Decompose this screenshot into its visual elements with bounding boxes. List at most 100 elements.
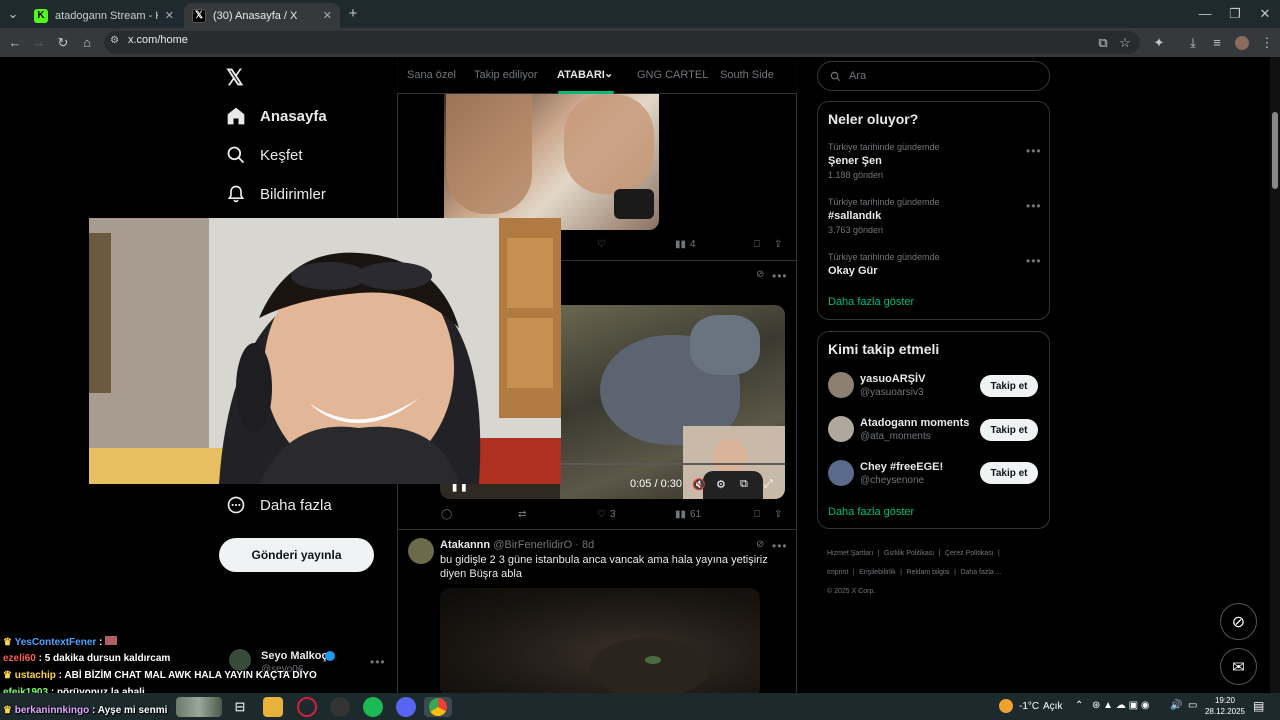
window-close-icon[interactable]: ✕ — [1256, 5, 1274, 23]
grok-icon[interactable]: ⊘ — [756, 269, 764, 280]
reload-icon[interactable]: ↻ — [54, 34, 72, 52]
messages-icon[interactable]: ✉ — [1220, 648, 1257, 685]
nav-home[interactable]: Anasayfa — [226, 106, 327, 126]
url-field[interactable]: ⚙ — [104, 31, 1140, 54]
close-icon[interactable]: ✕ — [165, 9, 174, 22]
post2-like-button[interactable]: ♡ 3 — [597, 509, 616, 520]
follow-avatar[interactable] — [828, 372, 854, 398]
post2-share-button[interactable]: ⇪ — [774, 509, 782, 520]
post3-author[interactable]: Atakannn — [440, 539, 490, 551]
download-icon[interactable]: ⤓ — [1184, 34, 1202, 52]
footer-link[interactable]: Daha fazla ... — [960, 569, 1001, 576]
tab-south-side[interactable]: South Side — [720, 69, 774, 81]
post1-share-button[interactable]: ⇪ — [774, 239, 782, 250]
discord-icon[interactable] — [396, 697, 416, 717]
nav-more[interactable]: Daha fazla — [226, 495, 332, 515]
file-explorer-icon[interactable] — [263, 697, 283, 717]
post3-image[interactable] — [440, 588, 760, 693]
close-icon[interactable]: ✕ — [323, 9, 332, 22]
post1-views[interactable]: ▮▮ 4 — [675, 239, 696, 250]
trends-show-more-link[interactable]: Daha fazla göster — [828, 296, 914, 308]
footer-link[interactable]: Imprint — [827, 569, 848, 576]
media-icon[interactable]: ≡ — [1208, 34, 1226, 52]
footer-link[interactable]: Çerez Politikası — [945, 550, 994, 557]
chevron-down-icon[interactable]: ⌄ — [604, 67, 613, 80]
spotify-icon[interactable] — [363, 697, 383, 717]
account-avatar[interactable] — [229, 649, 251, 671]
notification-icon[interactable]: ▤ — [1253, 699, 1264, 713]
follow-button[interactable]: Takip et — [980, 375, 1038, 397]
menu-icon[interactable]: ⋮ — [1258, 34, 1276, 52]
tab-atabari[interactable]: ATABARI — [557, 69, 605, 81]
footer-link[interactable]: Erişilebilirlik — [859, 569, 896, 576]
forward-icon[interactable]: → — [30, 34, 48, 52]
post3-more-icon[interactable]: ••• — [772, 539, 788, 553]
follow-avatar[interactable] — [828, 416, 854, 442]
post3-time[interactable]: 8d — [582, 539, 594, 551]
post2-reply-button[interactable]: ◯ — [441, 509, 452, 520]
footer-link[interactable]: Reklam bilgisi — [906, 569, 949, 576]
follow-name[interactable]: yasuoARŞİV — [860, 373, 925, 385]
bookmark-star-icon[interactable]: ☆ — [1116, 34, 1134, 52]
follow-name[interactable]: Chey #freeEGE! — [860, 461, 943, 473]
x-logo-icon[interactable]: 𝕏 — [226, 65, 244, 91]
account-more-icon[interactable]: ••• — [370, 655, 386, 669]
post1-bookmark-button[interactable]: ⎕ — [754, 239, 760, 250]
trend-item[interactable]: Türkiye tarihinde gündemde #sallandık 3.… — [828, 197, 940, 235]
trend-more-icon[interactable]: ••• — [1026, 254, 1042, 268]
trend-item[interactable]: Türkiye tarihinde gündemde Okay Gür — [828, 252, 940, 277]
trend-more-icon[interactable]: ••• — [1026, 144, 1042, 158]
nav-notifications[interactable]: Bildirimler — [226, 184, 326, 204]
site-info-icon[interactable]: ⚙ — [110, 35, 119, 46]
follow-avatar[interactable] — [828, 460, 854, 486]
new-tab-icon[interactable]: + — [344, 5, 362, 23]
obs-icon[interactable] — [330, 697, 350, 717]
browser-tab-kick[interactable]: K atadogann Stream - Kick Dashb ✕ — [26, 3, 182, 28]
post1-image[interactable] — [444, 94, 659, 230]
trend-more-icon[interactable]: ••• — [1026, 199, 1042, 213]
footer-link[interactable]: Gizlilik Politikası — [884, 550, 934, 557]
install-app-icon[interactable]: ⧉ — [1094, 34, 1112, 52]
post2-bookmark-button[interactable]: ⎕ — [754, 509, 760, 520]
grok-float-icon[interactable]: ⊘ — [1220, 603, 1257, 640]
chrome-taskbar-button[interactable] — [424, 697, 452, 717]
follow-name[interactable]: Atadogann moments — [860, 417, 969, 429]
scrollbar-thumb[interactable] — [1272, 112, 1278, 189]
profile-avatar[interactable] — [1235, 36, 1249, 50]
post1-like-button[interactable]: ♡ — [597, 239, 606, 250]
tab-for-you[interactable]: Sana özel — [407, 69, 456, 81]
search-input[interactable]: Ara — [849, 70, 866, 82]
settings-icon[interactable]: ⚙ — [716, 478, 726, 491]
tab-gng-cartel[interactable]: GNG CARTEL — [637, 69, 708, 81]
maximize-icon[interactable]: ❐ — [1226, 5, 1244, 23]
volume-icon[interactable]: 🔊 — [1170, 700, 1182, 711]
back-icon[interactable]: ← — [6, 34, 24, 52]
post3-handle[interactable]: @BirFenerlidirO — [493, 539, 572, 551]
minimize-icon[interactable]: — — [1196, 5, 1214, 23]
footer-link[interactable]: Hizmet Şartları — [827, 550, 873, 557]
follow-button[interactable]: Takip et — [980, 419, 1038, 441]
pip-icon[interactable]: ⧉ — [740, 478, 748, 491]
post2-repost-button[interactable]: ⇄ — [518, 509, 526, 520]
trend-item[interactable]: Türkiye tarihinde gündemde Şener Şen 1.1… — [828, 142, 940, 180]
follow-button[interactable]: Takip et — [980, 462, 1038, 484]
tray-apps-icon[interactable]: ⊛ ▲ ☁ ▣ ◉ — [1092, 700, 1150, 711]
weather-desc[interactable]: Açık — [1043, 701, 1062, 712]
weather-temp[interactable]: -1°C — [1019, 701, 1039, 712]
post2-views[interactable]: ▮▮ 61 — [675, 509, 701, 520]
fullscreen-icon[interactable]: ⤢ — [764, 478, 773, 491]
clock[interactable]: 19:20 28.12.2025 — [1203, 695, 1247, 717]
extensions-icon[interactable]: ✦ — [1150, 34, 1168, 52]
post2-more-icon[interactable]: ••• — [772, 269, 788, 283]
post-button[interactable]: Gönderi yayınla — [219, 538, 374, 572]
tab-search-icon[interactable]: ⌄ — [4, 5, 22, 23]
grok-icon[interactable]: ⊘ — [756, 539, 764, 550]
follow-show-more-link[interactable]: Daha fazla göster — [828, 506, 914, 518]
network-icon[interactable]: ▭ — [1188, 700, 1197, 711]
nav-explore[interactable]: Keşfet — [226, 145, 303, 165]
task-view-icon[interactable]: ⊟ — [230, 697, 250, 717]
widgets-icon[interactable] — [176, 697, 222, 717]
home-button-icon[interactable]: ⌂ — [78, 34, 96, 52]
post3-avatar[interactable] — [408, 538, 434, 564]
search-box[interactable]: Ara — [817, 61, 1050, 91]
